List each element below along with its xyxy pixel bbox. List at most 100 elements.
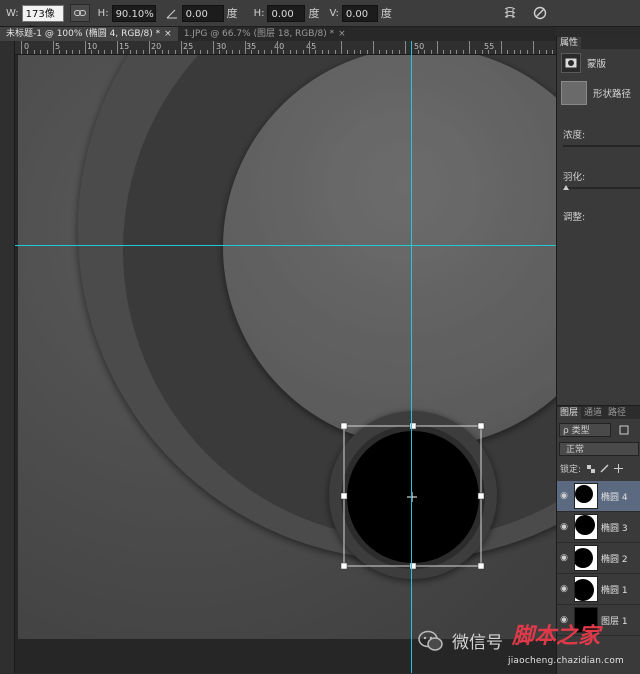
layer-thumbnail (574, 545, 598, 571)
warp-mode-button[interactable] (502, 5, 518, 21)
shape-path-row[interactable]: 形状路径 (561, 81, 640, 105)
blend-mode-select[interactable]: 正常 (559, 442, 639, 456)
wechat-icon (418, 630, 443, 651)
ruler-tick (206, 50, 208, 54)
ruler-tick (481, 50, 483, 54)
watermark-text: 微信号 (452, 633, 503, 653)
shape-path-thumbnail[interactable] (561, 81, 587, 105)
close-icon[interactable]: × (164, 29, 172, 39)
horizontal-guide[interactable] (15, 245, 556, 246)
ruler-tick (238, 50, 240, 54)
layer-list: ◉ 椭圆 4 ◉ 椭圆 3 ◉ 椭圆 2 ◉ 椭圆 1 ◉ 图层 1 (557, 481, 640, 636)
mask-thumbnail[interactable] (561, 53, 581, 73)
ruler-tick (136, 50, 138, 54)
ruler-tick (213, 41, 214, 54)
skew-h-option: H: 0.00 度 (254, 4, 320, 22)
ruler-tick (507, 50, 509, 54)
ruler-label: 30 (216, 42, 227, 51)
tab-untitled-1[interactable]: 未标题-1 @ 100% (椭圆 4, RGB/8) * × (0, 27, 178, 41)
width-field[interactable]: 173像素 (21, 4, 64, 37)
tab-1-jpg[interactable]: 1.JPG @ 66.7% (图层 18, RGB/8) * × (178, 27, 352, 41)
ruler-tick (251, 50, 253, 54)
ruler-tick (552, 50, 554, 54)
ruler-tick (123, 50, 125, 54)
ruler-tick (533, 41, 534, 54)
layer-row[interactable]: ◉ 椭圆 2 (557, 543, 640, 574)
ruler-tick (187, 50, 189, 54)
ruler-tick (245, 41, 246, 54)
tab-properties[interactable]: 属性 (557, 37, 582, 49)
ruler-tick (33, 50, 35, 54)
ruler-tick (117, 41, 118, 54)
ruler-tick (449, 50, 451, 54)
close-icon[interactable]: × (338, 29, 346, 39)
ruler-tick (462, 50, 464, 54)
ruler-tick (347, 50, 349, 54)
ruler-tick (232, 50, 234, 54)
mask-label: 蒙版 (587, 59, 607, 70)
slider-knob-icon[interactable] (563, 185, 569, 190)
eye-icon[interactable]: ◉ (557, 553, 571, 563)
vertical-guide[interactable] (411, 41, 412, 673)
ruler-tick (539, 50, 541, 54)
layer-filter-row: ρ 类型 (557, 419, 640, 437)
ruler-tick (264, 50, 266, 54)
image-filter-icon[interactable] (619, 425, 629, 435)
eye-icon[interactable]: ◉ (557, 522, 571, 532)
rotate-field[interactable]: 0.00 (181, 4, 224, 22)
skew-h-field[interactable]: 0.00 (267, 4, 306, 22)
ruler-tick (283, 50, 285, 54)
skew-h-unit: 度 (308, 7, 320, 20)
ruler-tick (257, 50, 259, 54)
layer-filter-select[interactable]: ρ 类型 (559, 423, 611, 437)
ruler-tick (321, 50, 323, 54)
tab-layers[interactable]: 图层 (557, 407, 582, 419)
ruler-tick (200, 50, 202, 54)
layer-row[interactable]: ◉ 椭圆 4 (557, 481, 640, 512)
ruler-tick (379, 50, 381, 54)
cancel-transform-button[interactable] (532, 5, 548, 21)
ruler-tick (405, 41, 406, 54)
lock-transparent-icon[interactable] (587, 464, 596, 473)
density-slider[interactable] (563, 145, 640, 147)
lock-move-icon[interactable] (614, 464, 624, 473)
ruler-tick (373, 41, 374, 54)
ruler-tick (78, 50, 80, 54)
ruler-tick (289, 50, 291, 54)
ruler-tick (443, 50, 445, 54)
layer-name: 椭圆 1 (601, 585, 628, 596)
horizontal-ruler[interactable]: 0 5 10 15 20 25 30 35 40 45 50 55 (14, 41, 556, 55)
options-bar: W: 173像素 H: 90.10% 0.00 度 H: 0.00 度 V: 0… (0, 0, 640, 37)
tab-paths[interactable]: 路径 (605, 407, 629, 419)
layer-name: 椭圆 3 (601, 523, 628, 534)
ruler-tick (104, 50, 106, 54)
ruler-tick (155, 50, 157, 54)
height-field[interactable]: 90.10% (111, 4, 156, 22)
layer-row[interactable]: ◉ 椭圆 3 (557, 512, 640, 543)
tab-channels[interactable]: 通道 (581, 407, 605, 419)
layer-thumbnail (574, 483, 598, 509)
eye-icon[interactable]: ◉ (557, 584, 571, 594)
properties-tabbar: 属性 (557, 36, 640, 49)
ruler-tick (142, 50, 144, 54)
mask-row[interactable]: 蒙版 (561, 53, 640, 73)
lock-brush-icon[interactable] (600, 464, 609, 473)
ruler-label: 50 (414, 42, 425, 51)
link-icon (73, 10, 86, 16)
ruler-tick (334, 50, 336, 54)
eye-icon[interactable]: ◉ (557, 491, 571, 501)
ruler-tick (417, 50, 419, 54)
ruler-tick (424, 50, 426, 54)
layer-name: 椭圆 4 (601, 492, 628, 503)
layer-row[interactable]: ◉ 椭圆 1 (557, 574, 640, 605)
ruler-tick (72, 50, 74, 54)
ruler-tick (430, 50, 432, 54)
canvas-workarea[interactable] (15, 55, 556, 673)
vertical-ruler[interactable] (0, 41, 15, 673)
feather-slider[interactable] (563, 185, 640, 190)
ruler-tick (129, 50, 131, 54)
document-canvas[interactable] (18, 55, 556, 639)
link-proportions-button[interactable] (69, 4, 90, 22)
skew-v-field[interactable]: 0.00 (341, 4, 378, 22)
tab-label: 未标题-1 @ 100% (椭圆 4, RGB/8) * (6, 29, 161, 39)
